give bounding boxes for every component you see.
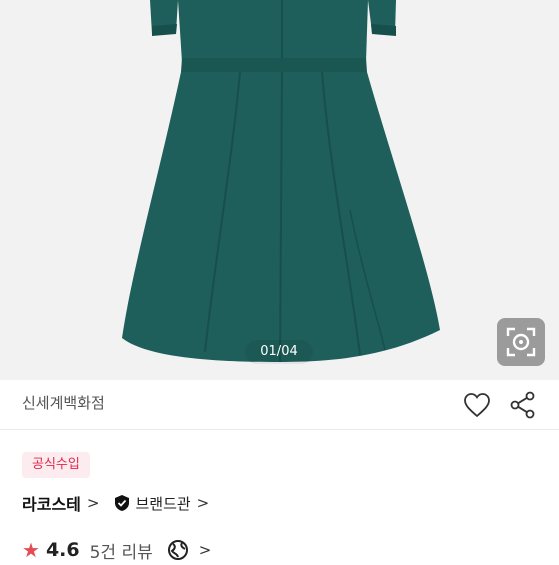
star-icon: ★ [22,538,40,562]
image-pager-indicator: 01/04 [245,340,313,364]
brand-hall-link[interactable]: 브랜드관 > [113,493,223,514]
share-icon [510,391,535,419]
brand-hall-label: 브랜드관 [135,494,191,513]
brand-name-link[interactable]: 라코스테 [22,491,81,515]
chevron-right-icon: > [86,494,100,512]
wishlist-button[interactable] [462,390,492,420]
product-image [122,0,440,363]
shield-check-icon [115,495,130,511]
image-search-icon [506,327,536,357]
product-image-gallery[interactable]: 01/04 [0,0,559,380]
image-search-button[interactable] [497,318,545,366]
heart-icon [464,393,490,418]
rating-score: 4.6 [45,539,80,561]
seller-name[interactable]: 신세계백화점 [22,392,105,413]
chevron-right-icon: > [196,494,210,512]
official-import-badge: 공식수입 [22,452,90,478]
share-button[interactable] [508,390,538,420]
chevron-right-icon: > [198,541,212,559]
brand-row: 라코스테 > 브랜드관 > [22,490,223,516]
rating-row[interactable]: ★ 4.6 5건 리뷰 > [22,535,225,565]
globe-icon [167,540,188,560]
